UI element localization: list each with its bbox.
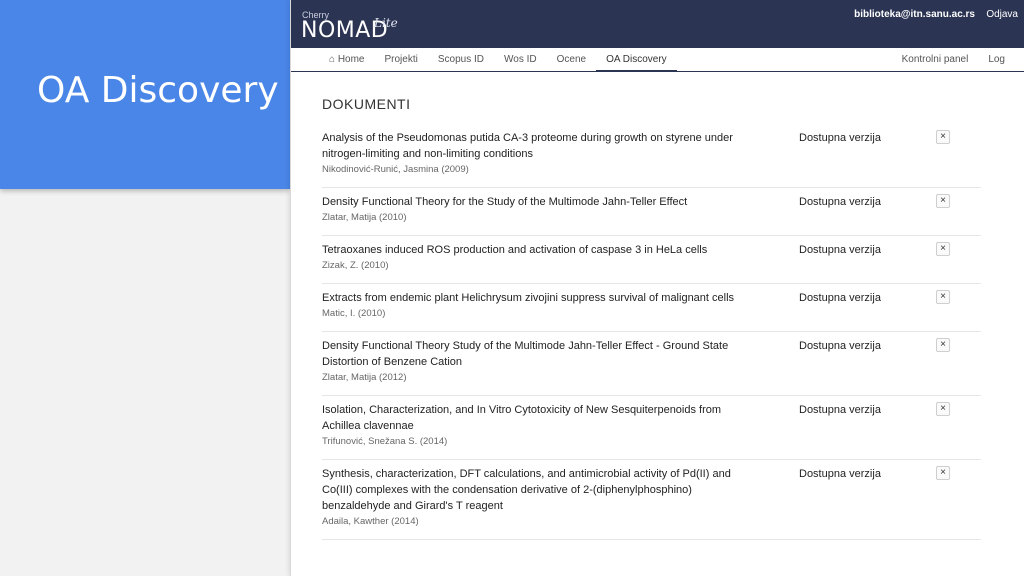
document-row: Isolation, Characterization, and In Vitr… (322, 396, 981, 460)
available-version-link[interactable]: Dostupna verzija (799, 338, 881, 354)
document-row: Density Functional Theory for the Study … (322, 188, 981, 236)
close-icon[interactable]: × (936, 466, 950, 480)
document-title[interactable]: Density Functional Theory Study of the M… (322, 338, 752, 370)
section-title: DOKUMENTI (322, 96, 411, 112)
document-title[interactable]: Density Functional Theory for the Study … (322, 194, 752, 210)
close-icon[interactable]: × (936, 338, 950, 352)
nav-bar: ⌂ Home Projekti Scopus ID Wos ID Ocene OA Dis… (291, 48, 1024, 72)
document-text: Extracts from endemic plant Helichrysum … (322, 290, 752, 321)
available-version-link[interactable]: Dostupna verzija (799, 194, 881, 210)
close-icon[interactable]: × (936, 130, 950, 144)
nav-item-scopus-id[interactable]: Scopus ID (428, 48, 494, 72)
nav-item-ocene[interactable]: Ocene (547, 48, 596, 72)
document-author: Zizak, Z. (2010) (322, 260, 389, 271)
document-text: Tetraoxanes induced ROS production and a… (322, 242, 752, 273)
close-icon[interactable]: × (936, 242, 950, 256)
document-row: Synthesis, characterization, DFT calcula… (322, 460, 981, 540)
document-title[interactable]: Tetraoxanes induced ROS production and a… (322, 242, 752, 258)
document-text: Analysis of the Pseudomonas putida CA-3 … (322, 130, 752, 177)
available-version-link[interactable]: Dostupna verzija (799, 242, 881, 258)
close-icon[interactable]: × (936, 194, 950, 208)
available-version-link[interactable]: Dostupna verzija (799, 290, 881, 306)
document-row: Extracts from endemic plant Helichrysum … (322, 284, 981, 332)
slide-title-banner: OA Discovery (0, 0, 290, 189)
document-title[interactable]: Isolation, Characterization, and In Vitr… (322, 402, 752, 434)
document-author: Adaila, Kawther (2014) (322, 516, 419, 527)
document-title[interactable]: Synthesis, characterization, DFT calcula… (322, 466, 752, 514)
close-icon[interactable]: × (936, 402, 950, 416)
close-icon[interactable]: × (936, 290, 950, 304)
available-version-link[interactable]: Dostupna verzija (799, 130, 881, 146)
document-row: Analysis of the Pseudomonas putida CA-3 … (322, 124, 981, 188)
top-bar: Cherry NOMAD Lite biblioteka@itn.sanu.ac… (291, 0, 1024, 48)
document-text: Synthesis, characterization, DFT calcula… (322, 466, 752, 529)
logout-link[interactable]: Odjava (986, 9, 1018, 20)
document-row: Tetraoxanes induced ROS production and a… (322, 236, 981, 284)
document-author: Zlatar, Matija (2010) (322, 212, 407, 223)
nav-item-projekti[interactable]: Projekti (375, 48, 428, 72)
document-list: Analysis of the Pseudomonas putida CA-3 … (322, 124, 981, 540)
nav-item-oa-discovery[interactable]: OA Discovery (596, 48, 677, 72)
available-version-link[interactable]: Dostupna verzija (799, 402, 881, 418)
document-author: Nikodinović-Runić, Jasmina (2009) (322, 164, 469, 175)
nav-item-log[interactable]: Log (978, 48, 1015, 72)
document-author: Matic, I. (2010) (322, 308, 386, 319)
available-version-link[interactable]: Dostupna verzija (799, 466, 881, 482)
logo-suffix-text: Lite (374, 16, 398, 30)
document-title[interactable]: Extracts from endemic plant Helichrysum … (322, 290, 752, 306)
document-row: Density Functional Theory Study of the M… (322, 332, 981, 396)
nav-left: ⌂ Home Projekti Scopus ID Wos ID Ocene OA Dis… (319, 48, 677, 72)
document-author: Trifunović, Snežana S. (2014) (322, 436, 448, 447)
slide-left-panel: OA Discovery (0, 0, 290, 576)
document-text: Density Functional Theory for the Study … (322, 194, 752, 225)
slide-title: OA Discovery (37, 70, 279, 111)
nav-right: Kontrolni panel Log (892, 48, 1015, 72)
document-text: Isolation, Characterization, and In Vitr… (322, 402, 752, 449)
document-title[interactable]: Analysis of the Pseudomonas putida CA-3 … (322, 130, 752, 162)
document-author: Zlatar, Matija (2012) (322, 372, 407, 383)
user-email: biblioteka@itn.sanu.ac.rs (854, 9, 975, 20)
nav-item-home[interactable]: ⌂ Home (319, 48, 375, 72)
nav-item-kontrolni-panel[interactable]: Kontrolni panel (892, 48, 979, 72)
document-text: Density Functional Theory Study of the M… (322, 338, 752, 385)
app-screenshot: Cherry NOMAD Lite biblioteka@itn.sanu.ac… (290, 0, 1024, 576)
nav-item-wos-id[interactable]: Wos ID (494, 48, 547, 72)
